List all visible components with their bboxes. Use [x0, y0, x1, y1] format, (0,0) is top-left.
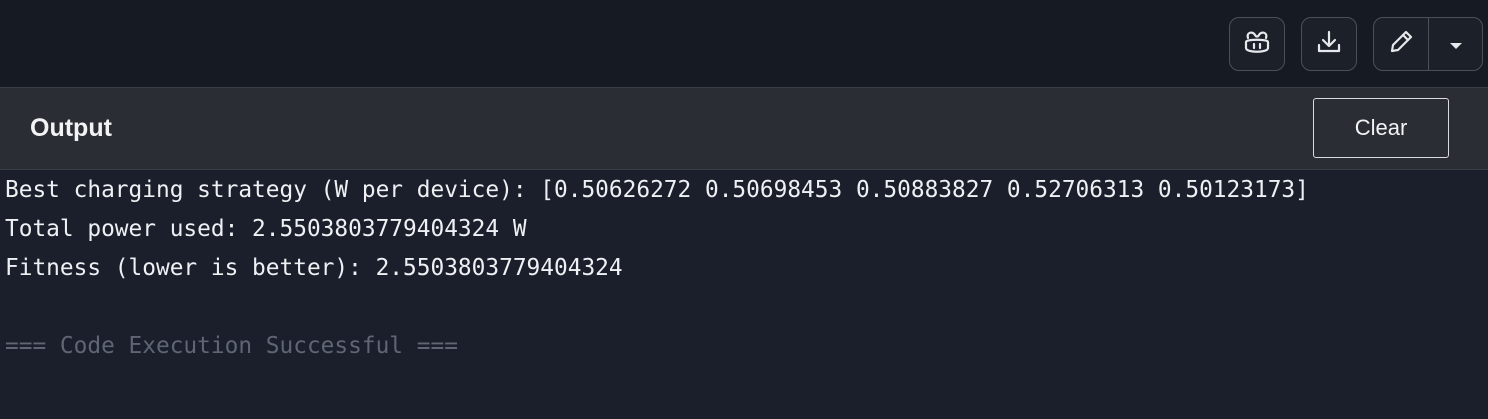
edit-button[interactable]	[1374, 18, 1429, 70]
copilot-button[interactable]	[1229, 17, 1285, 71]
edit-split-button[interactable]	[1373, 17, 1483, 71]
output-title: Output	[30, 114, 112, 142]
pencil-icon	[1387, 28, 1415, 60]
clear-button[interactable]: Clear	[1313, 98, 1449, 158]
download-button[interactable]	[1301, 17, 1357, 71]
console-line: Total power used: 2.5503803779404324 W	[5, 216, 527, 242]
output-header: Output Clear	[0, 88, 1488, 170]
console-line: Fitness (lower is better): 2.55038037794…	[5, 255, 623, 281]
download-icon	[1315, 28, 1343, 60]
caret-down-icon	[1449, 35, 1463, 54]
execution-status: === Code Execution Successful ===	[5, 333, 458, 359]
output-console: Best charging strategy (W per device): […	[0, 171, 1488, 419]
console-line: Best charging strategy (W per device): […	[5, 177, 1309, 203]
edit-dropdown-button[interactable]	[1429, 18, 1482, 70]
copilot-icon	[1242, 28, 1272, 60]
top-toolbar	[0, 0, 1488, 88]
